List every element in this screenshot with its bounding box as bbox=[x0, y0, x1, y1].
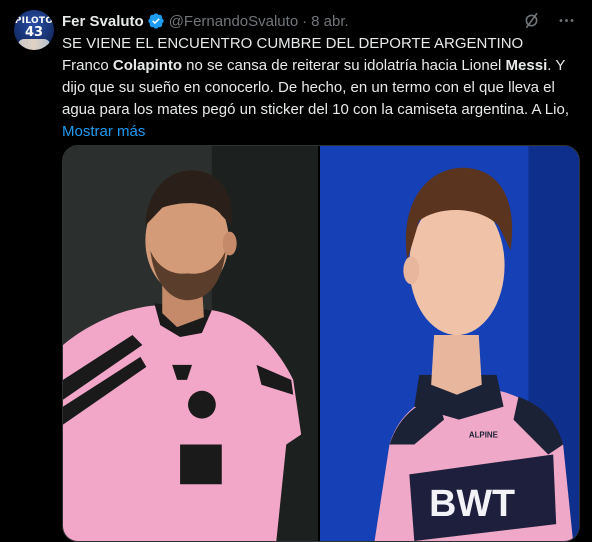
avatar-text-number: 43 bbox=[24, 25, 44, 40]
tweet-text-line-3: dijo que su sueño en conocerlo. De hecho… bbox=[62, 79, 555, 96]
tweet-text-line-4: agua para los mates pegó un sticker del … bbox=[62, 101, 569, 118]
tweet-text-line-2: Franco Colapinto no se cansa de reiterar… bbox=[62, 55, 582, 77]
suit-bwt-text: BWT bbox=[429, 482, 515, 524]
text-segment: no se cansa de reiterar su idolatría hac… bbox=[182, 57, 506, 74]
bold-name-messi: Messi bbox=[505, 57, 548, 74]
tweet-header: Fer Svaluto @FernandoSvaluto · 8 abr. bbox=[62, 11, 349, 31]
separator-dot: · bbox=[302, 12, 308, 30]
colapinto-illustration: BWT ALPINE bbox=[320, 146, 579, 541]
tweet-date[interactable]: 8 abr. bbox=[311, 13, 349, 30]
verified-badge-icon[interactable] bbox=[147, 12, 165, 30]
tweet-media[interactable]: BWT ALPINE bbox=[62, 145, 580, 542]
tweet-text: SE VIENE EL ENCUENTRO CUMBRE DEL DEPORTE… bbox=[62, 33, 582, 143]
messi-illustration bbox=[63, 146, 319, 541]
author-handle[interactable]: @FernandoSvaluto bbox=[169, 13, 298, 30]
text-segment: Franco bbox=[62, 57, 113, 74]
tweet-text-line-1: SE VIENE EL ENCUENTRO CUMBRE DEL DEPORTE… bbox=[62, 35, 524, 52]
text-segment: . Y bbox=[547, 57, 566, 74]
grok-icon[interactable] bbox=[522, 11, 541, 30]
avatar[interactable]: PILOTO 43 bbox=[14, 10, 54, 50]
colapinto-racing-suit-photo[interactable]: BWT ALPINE bbox=[320, 146, 579, 541]
tweet-card[interactable]: PILOTO 43 Fer Svaluto @FernandoSvaluto ·… bbox=[0, 0, 592, 542]
tweet-top-actions bbox=[522, 11, 576, 30]
more-icon[interactable] bbox=[557, 11, 576, 30]
author-name[interactable]: Fer Svaluto bbox=[62, 13, 144, 30]
bold-name-colapinto: Colapinto bbox=[112, 57, 183, 74]
avatar-people-graphic bbox=[18, 39, 50, 50]
show-more-link[interactable]: Mostrar más bbox=[62, 121, 582, 143]
messi-inter-miami-photo[interactable] bbox=[63, 146, 319, 541]
suit-alpine-text: ALPINE bbox=[469, 431, 498, 440]
